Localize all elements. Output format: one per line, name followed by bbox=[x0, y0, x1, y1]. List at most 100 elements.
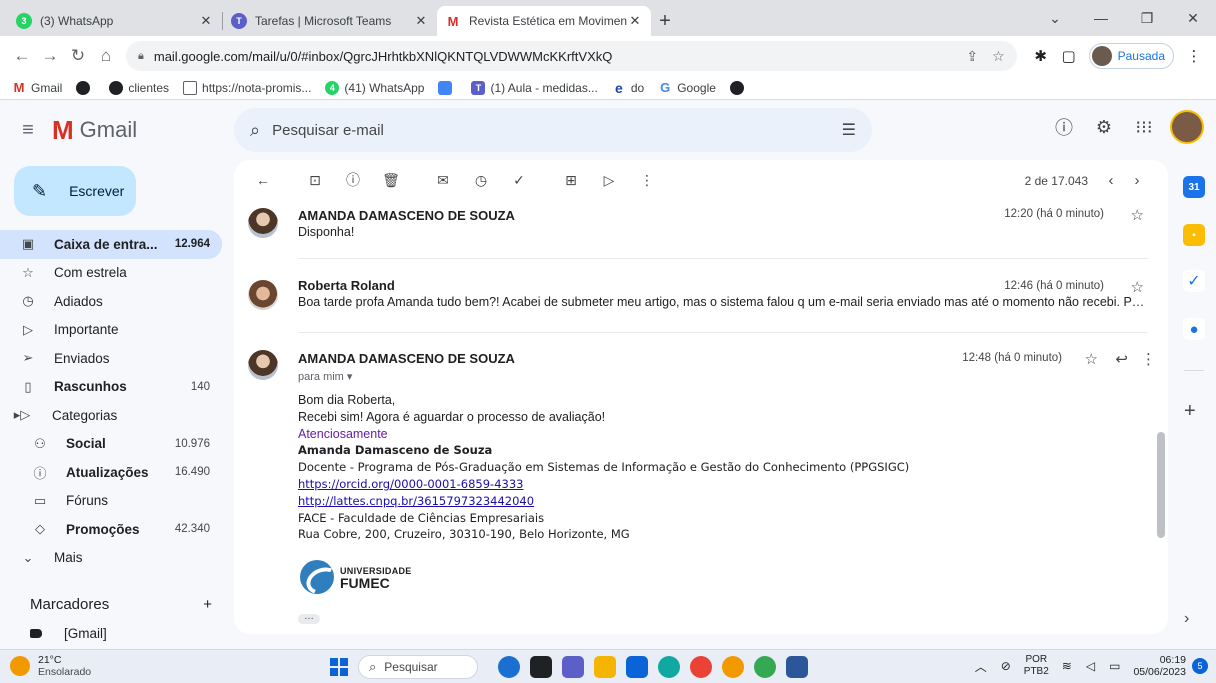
lattes-link[interactable]: http://lattes.cnpq.br/3615797323442040 bbox=[298, 494, 534, 508]
chrome-icon[interactable] bbox=[690, 656, 712, 678]
main-menu-icon[interactable]: ≡ bbox=[4, 106, 52, 154]
show-trimmed-content-button[interactable]: … bbox=[298, 612, 320, 624]
more-menu-icon[interactable]: ⋮ bbox=[1180, 47, 1208, 65]
sidebar-item-important[interactable]: ▷ Importante bbox=[0, 316, 222, 345]
sidebar-item-inbox[interactable]: ▣ Caixa de entra... 12.964 bbox=[0, 230, 222, 259]
restore-button[interactable]: ❐ bbox=[1124, 6, 1170, 30]
search-icon[interactable]: ⌕ bbox=[250, 120, 260, 141]
close-icon[interactable]: ✕ bbox=[198, 13, 214, 29]
weather-widget[interactable]: 21°C Ensolarado bbox=[10, 654, 91, 678]
mark-unread-icon[interactable]: ✉ bbox=[428, 165, 458, 195]
gmail-logo[interactable]: M Gmail bbox=[52, 115, 228, 146]
mail-icon[interactable] bbox=[626, 656, 648, 678]
sidebar-label-gmail[interactable]: [Gmail] bbox=[30, 626, 107, 641]
teams-chat-icon[interactable] bbox=[562, 656, 584, 678]
search-bar[interactable]: ⌕ Pesquisar e-mail ☰ bbox=[234, 108, 872, 152]
chevron-left-icon[interactable]: ‹ bbox=[1098, 172, 1124, 189]
bookmark-whatsapp[interactable]: 4 (41) WhatsApp bbox=[325, 80, 424, 95]
search-input[interactable]: Pesquisar e-mail bbox=[272, 122, 842, 139]
search-options-icon[interactable]: ☰ bbox=[842, 120, 856, 140]
edge-icon[interactable] bbox=[658, 656, 680, 678]
sidebar-item-snoozed[interactable]: ◷ Adiados bbox=[0, 287, 222, 316]
tab-whatsapp[interactable]: 3 (3) WhatsApp ✕ bbox=[8, 6, 222, 36]
windows-start-icon[interactable] bbox=[330, 658, 348, 676]
calendar-icon[interactable]: 31 bbox=[1183, 176, 1205, 198]
recipient-dropdown[interactable]: para mim ▾ bbox=[298, 370, 352, 383]
chrome-canary-icon[interactable] bbox=[722, 656, 744, 678]
more-vert-icon[interactable]: ⋮ bbox=[1141, 350, 1156, 368]
tasks-icon[interactable]: ✓ bbox=[1183, 270, 1205, 292]
profile-button[interactable]: Pausada bbox=[1088, 43, 1174, 69]
keep-icon[interactable]: ▪ bbox=[1183, 224, 1205, 246]
minimize-button[interactable]: — bbox=[1078, 6, 1124, 30]
bookmark-star-icon[interactable]: ☆ bbox=[992, 48, 1005, 65]
contacts-icon[interactable]: ● bbox=[1183, 318, 1205, 340]
word-icon[interactable] bbox=[786, 656, 808, 678]
message-item[interactable]: AMANDA DAMASCENO DE SOUZA 12:20 (há 0 mi… bbox=[234, 204, 1168, 260]
language-indicator[interactable]: POR PTB2 bbox=[1024, 654, 1049, 678]
clock[interactable]: 06:19 05/06/2023 bbox=[1133, 654, 1186, 678]
reload-icon[interactable]: ↻ bbox=[64, 42, 92, 70]
taskbar-search[interactable]: ⌕ Pesquisar bbox=[358, 655, 478, 679]
sidebar-item-categories[interactable]: ▸▷ Categorias bbox=[0, 401, 222, 430]
sidebar-item-drafts[interactable]: ▯ Rascunhos 140 bbox=[0, 373, 222, 402]
lock-icon[interactable]: 🔒︎ bbox=[138, 50, 144, 63]
network-status-icon[interactable]: ⊘ bbox=[1001, 659, 1011, 673]
sidebar-item-updates[interactable]: ⓘ Atualizações 16.490 bbox=[0, 458, 222, 487]
notification-badge[interactable]: 5 bbox=[1192, 658, 1208, 674]
new-tab-button[interactable]: + bbox=[651, 6, 679, 36]
add-label-icon[interactable]: + bbox=[203, 596, 212, 613]
more-vert-icon[interactable]: ⋮ bbox=[632, 165, 662, 195]
tab-gmail[interactable]: M Revista Estética em Movimento - ✕ bbox=[437, 6, 651, 36]
close-window-button[interactable]: ✕ bbox=[1170, 6, 1216, 30]
sidebar-item-starred[interactable]: ☆ Com estrela bbox=[0, 259, 222, 288]
move-to-icon[interactable]: ⊞ bbox=[556, 165, 586, 195]
archive-icon[interactable]: ⊡ bbox=[300, 165, 330, 195]
bookmark-item[interactable] bbox=[438, 80, 457, 95]
sidebar-item-social[interactable]: ⚇ Social 10.976 bbox=[0, 430, 222, 459]
bookmark-gmail[interactable]: M Gmail bbox=[12, 80, 62, 95]
volume-icon[interactable]: ◁ bbox=[1086, 659, 1095, 673]
bookmark-do[interactable]: e do bbox=[611, 80, 644, 96]
forward-icon[interactable]: → bbox=[36, 42, 64, 70]
bing-icon[interactable] bbox=[498, 656, 520, 678]
apps-grid-icon[interactable]: ⁝⁝⁝ bbox=[1124, 117, 1164, 138]
bookmark-clientes[interactable]: clientes bbox=[109, 80, 169, 95]
battery-icon[interactable]: ▭ bbox=[1109, 659, 1120, 673]
message-item[interactable]: Roberta Roland 12:46 (há 0 minuto) ☆ Boa… bbox=[234, 276, 1168, 332]
side-panel-icon[interactable]: ▢ bbox=[1055, 47, 1083, 65]
report-spam-icon[interactable]: ⓘ bbox=[338, 165, 368, 195]
wifi-icon[interactable]: ≋ bbox=[1062, 659, 1072, 673]
extensions-icon[interactable]: ✱ bbox=[1027, 47, 1055, 65]
delete-icon[interactable]: 🗑︎ bbox=[376, 165, 406, 195]
task-view-icon[interactable] bbox=[530, 656, 552, 678]
chrome-profile-icon[interactable] bbox=[754, 656, 776, 678]
file-explorer-icon[interactable] bbox=[594, 656, 616, 678]
add-task-icon[interactable]: ✓ bbox=[504, 165, 534, 195]
star-icon[interactable]: ☆ bbox=[1131, 206, 1144, 224]
sidebar-item-more[interactable]: ⌄ Mais bbox=[0, 544, 222, 573]
tab-teams[interactable]: T Tarefas | Microsoft Teams ✕ bbox=[223, 6, 437, 36]
back-icon[interactable]: ← bbox=[8, 42, 36, 70]
sidebar-item-sent[interactable]: ➢ Enviados bbox=[0, 344, 222, 373]
help-icon[interactable]: ⓘ bbox=[1044, 114, 1084, 140]
share-icon[interactable]: ⇪ bbox=[966, 48, 978, 65]
snooze-icon[interactable]: ◷ bbox=[466, 165, 496, 195]
back-to-inbox-icon[interactable]: ← bbox=[248, 165, 278, 195]
bookmark-item[interactable] bbox=[76, 80, 95, 95]
address-bar[interactable]: 🔒︎ mail.google.com/mail/u/0/#inbox/QgrcJ… bbox=[126, 41, 1017, 71]
sidebar-item-forums[interactable]: ▭ Fóruns bbox=[0, 487, 222, 516]
sidebar-item-promotions[interactable]: ◇ Promoções 42.340 bbox=[0, 515, 222, 544]
scrollbar-thumb[interactable] bbox=[1157, 432, 1165, 538]
bookmark-aula[interactable]: T (1) Aula - medidas... bbox=[471, 80, 598, 95]
reply-icon[interactable]: ↩ bbox=[1115, 350, 1128, 368]
compose-button[interactable]: ✎ Escrever bbox=[14, 166, 136, 216]
show-side-panel-icon[interactable]: › bbox=[1184, 610, 1189, 628]
chevron-right-icon[interactable]: › bbox=[1124, 172, 1150, 189]
label-icon[interactable]: ▷ bbox=[594, 165, 624, 195]
close-icon[interactable]: ✕ bbox=[413, 13, 429, 29]
gear-icon[interactable]: ⚙ bbox=[1084, 117, 1124, 138]
home-icon[interactable]: ⌂ bbox=[92, 42, 120, 70]
chevron-up-icon[interactable]: ︿ bbox=[975, 658, 987, 675]
star-icon[interactable]: ☆ bbox=[1085, 350, 1098, 368]
